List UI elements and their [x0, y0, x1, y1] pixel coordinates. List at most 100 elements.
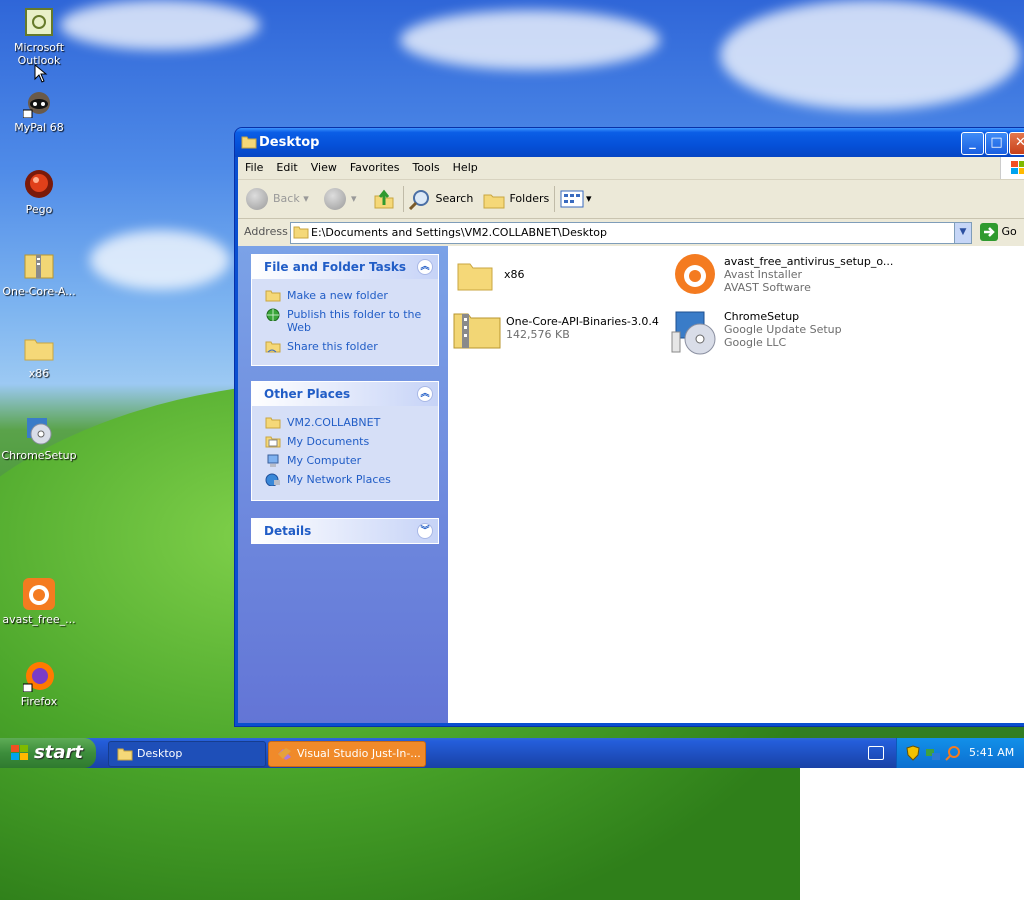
menu-view[interactable]: View: [304, 157, 343, 174]
forward-arrow-icon: [324, 188, 346, 210]
mypal-icon: [22, 86, 55, 119]
expand-chevron-icon[interactable]: ︾: [417, 523, 433, 539]
folder-icon: [265, 417, 281, 429]
maximize-button[interactable]: □: [985, 132, 1008, 155]
file-list: x86 avast_free_antivirus_setup_o... Avas…: [448, 246, 1024, 723]
menu-favorites[interactable]: Favorites: [343, 157, 406, 174]
back-button[interactable]: Back ▾: [246, 187, 309, 211]
views-icon: [560, 190, 584, 208]
network-places-icon: [265, 473, 280, 486]
desktop-icon-one-core[interactable]: One-Core-A...: [0, 250, 78, 298]
file-folder-tasks-header[interactable]: File and Folder Tasks ︽: [252, 255, 438, 279]
publish-folder-link[interactable]: Publish this folder to the Web: [252, 308, 438, 334]
up-folder-button[interactable]: [372, 187, 396, 211]
avast-icon: [675, 254, 715, 294]
globe-icon: [266, 308, 280, 321]
title-bar[interactable]: Desktop _ □ ✕: [235, 128, 1024, 157]
mouse-cursor-icon: [34, 64, 48, 83]
menu-edit[interactable]: Edit: [269, 157, 303, 174]
desktop-icon-chromesetup[interactable]: ChromeSetup: [0, 414, 78, 462]
desktop-icon-pego[interactable]: Pego: [0, 168, 78, 216]
close-button[interactable]: ✕: [1009, 132, 1024, 155]
folder-icon: [23, 332, 55, 364]
visual-studio-icon: [278, 748, 291, 760]
my-network-places-link[interactable]: My Network Places: [252, 473, 438, 486]
new-folder-icon: [265, 290, 281, 302]
taskbar-item-desktop[interactable]: Desktop: [108, 741, 266, 767]
my-documents-icon: [265, 436, 281, 448]
search-icon[interactable]: [945, 745, 961, 761]
folder-icon: [241, 136, 257, 149]
setup-icon: [671, 311, 716, 355]
task-pane: File and Folder Tasks ︽ Make a new folde…: [238, 246, 448, 723]
windows-logo-icon: [11, 745, 28, 760]
file-item-avast-setup[interactable]: avast_free_antivirus_setup_o... Avast In…: [674, 253, 904, 299]
zip-folder-icon: [453, 313, 501, 349]
search-button[interactable]: Search: [408, 187, 473, 211]
address-label: Address: [244, 225, 288, 238]
collapse-chevron-icon[interactable]: ︽: [417, 259, 433, 275]
views-button[interactable]: ▾: [560, 187, 592, 211]
up-folder-icon: [374, 189, 394, 209]
desktop-icon-avast[interactable]: avast_free_...: [0, 578, 78, 626]
forward-button[interactable]: ▾: [324, 187, 357, 211]
menu-bar: File Edit View Favorites Tools Help: [238, 157, 1024, 180]
system-tray: 5:41 AM: [896, 738, 1024, 768]
firefox-icon: [22, 660, 55, 693]
desktop-icon-firefox[interactable]: Firefox: [0, 660, 78, 708]
desktop-icon-mypal[interactable]: MyPal 68: [0, 86, 78, 134]
search-icon: [408, 190, 429, 211]
explorer-window: Desktop _ □ ✕ File Edit View Favorites Tools…: [234, 127, 1024, 727]
security-shield-icon[interactable]: [905, 745, 921, 761]
file-item-one-core-zip[interactable]: One-Core-API-Binaries-3.0.4 142,576 KB: [452, 308, 662, 354]
collapse-chevron-icon[interactable]: ︽: [417, 386, 433, 402]
share-folder-link[interactable]: Share this folder: [252, 340, 438, 353]
window-title: Desktop: [259, 135, 320, 150]
my-computer-link[interactable]: My Computer: [252, 454, 438, 467]
folder-icon: [457, 263, 493, 291]
back-arrow-icon: [246, 188, 268, 210]
toolbar-separator: [554, 186, 555, 212]
desktop-icon-outlook[interactable]: Microsoft Outlook: [0, 6, 78, 67]
folder-icon: [117, 748, 133, 761]
my-documents-link[interactable]: My Documents: [252, 435, 438, 448]
menu-tools[interactable]: Tools: [406, 157, 446, 174]
toolbar: Back ▾ ▾ Search Folders ▾: [238, 180, 1024, 219]
outlook-icon: [23, 6, 55, 38]
make-new-folder-link[interactable]: Make a new folder: [252, 289, 438, 302]
go-button[interactable]: Go: [980, 223, 1017, 241]
other-places-panel: Other Places ︽ VM2.COLLABNET My Document…: [251, 381, 439, 501]
folders-icon: [483, 194, 505, 209]
clock[interactable]: 5:41 AM: [969, 746, 1014, 759]
details-panel: Details ︾: [251, 518, 439, 544]
zip-folder-icon: [23, 250, 55, 282]
file-item-x86[interactable]: x86: [456, 256, 666, 296]
menu-help[interactable]: Help: [446, 157, 484, 174]
windows-logo-icon: [1000, 157, 1024, 179]
share-folder-icon: [265, 341, 281, 353]
taskbar-item-visual-studio[interactable]: Visual Studio Just-In-...: [268, 741, 426, 767]
folder-icon: [293, 226, 309, 239]
go-arrow-icon: [980, 223, 998, 241]
desktop-icon-x86[interactable]: x86: [0, 332, 78, 380]
computer-icon: [267, 454, 279, 467]
keyboard-icon[interactable]: [868, 746, 884, 760]
pego-icon: [23, 168, 55, 200]
vm2-collabnet-link[interactable]: VM2.COLLABNET: [252, 416, 438, 429]
taskbar: start Desktop Visual Studio Just-In-... …: [0, 738, 1024, 768]
address-input[interactable]: E:\Documents and Settings\VM2.COLLABNET\…: [290, 222, 972, 244]
other-places-header[interactable]: Other Places ︽: [252, 382, 438, 406]
setup-icon: [23, 414, 55, 446]
network-icon[interactable]: [925, 745, 941, 761]
menu-file[interactable]: File: [238, 157, 269, 174]
start-button[interactable]: start: [0, 738, 96, 768]
address-dropdown-button[interactable]: ▼: [954, 223, 971, 243]
file-item-chromesetup[interactable]: ChromeSetup Google Update Setup Google L…: [670, 308, 900, 358]
file-folder-tasks-panel: File and Folder Tasks ︽ Make a new folde…: [251, 254, 439, 366]
details-header[interactable]: Details ︾: [252, 519, 438, 543]
folders-button[interactable]: Folders: [482, 187, 549, 211]
toolbar-separator: [403, 186, 404, 212]
address-bar: Address E:\Documents and Settings\VM2.CO…: [238, 219, 1024, 245]
avast-icon: [23, 578, 55, 610]
minimize-button[interactable]: _: [961, 132, 984, 155]
